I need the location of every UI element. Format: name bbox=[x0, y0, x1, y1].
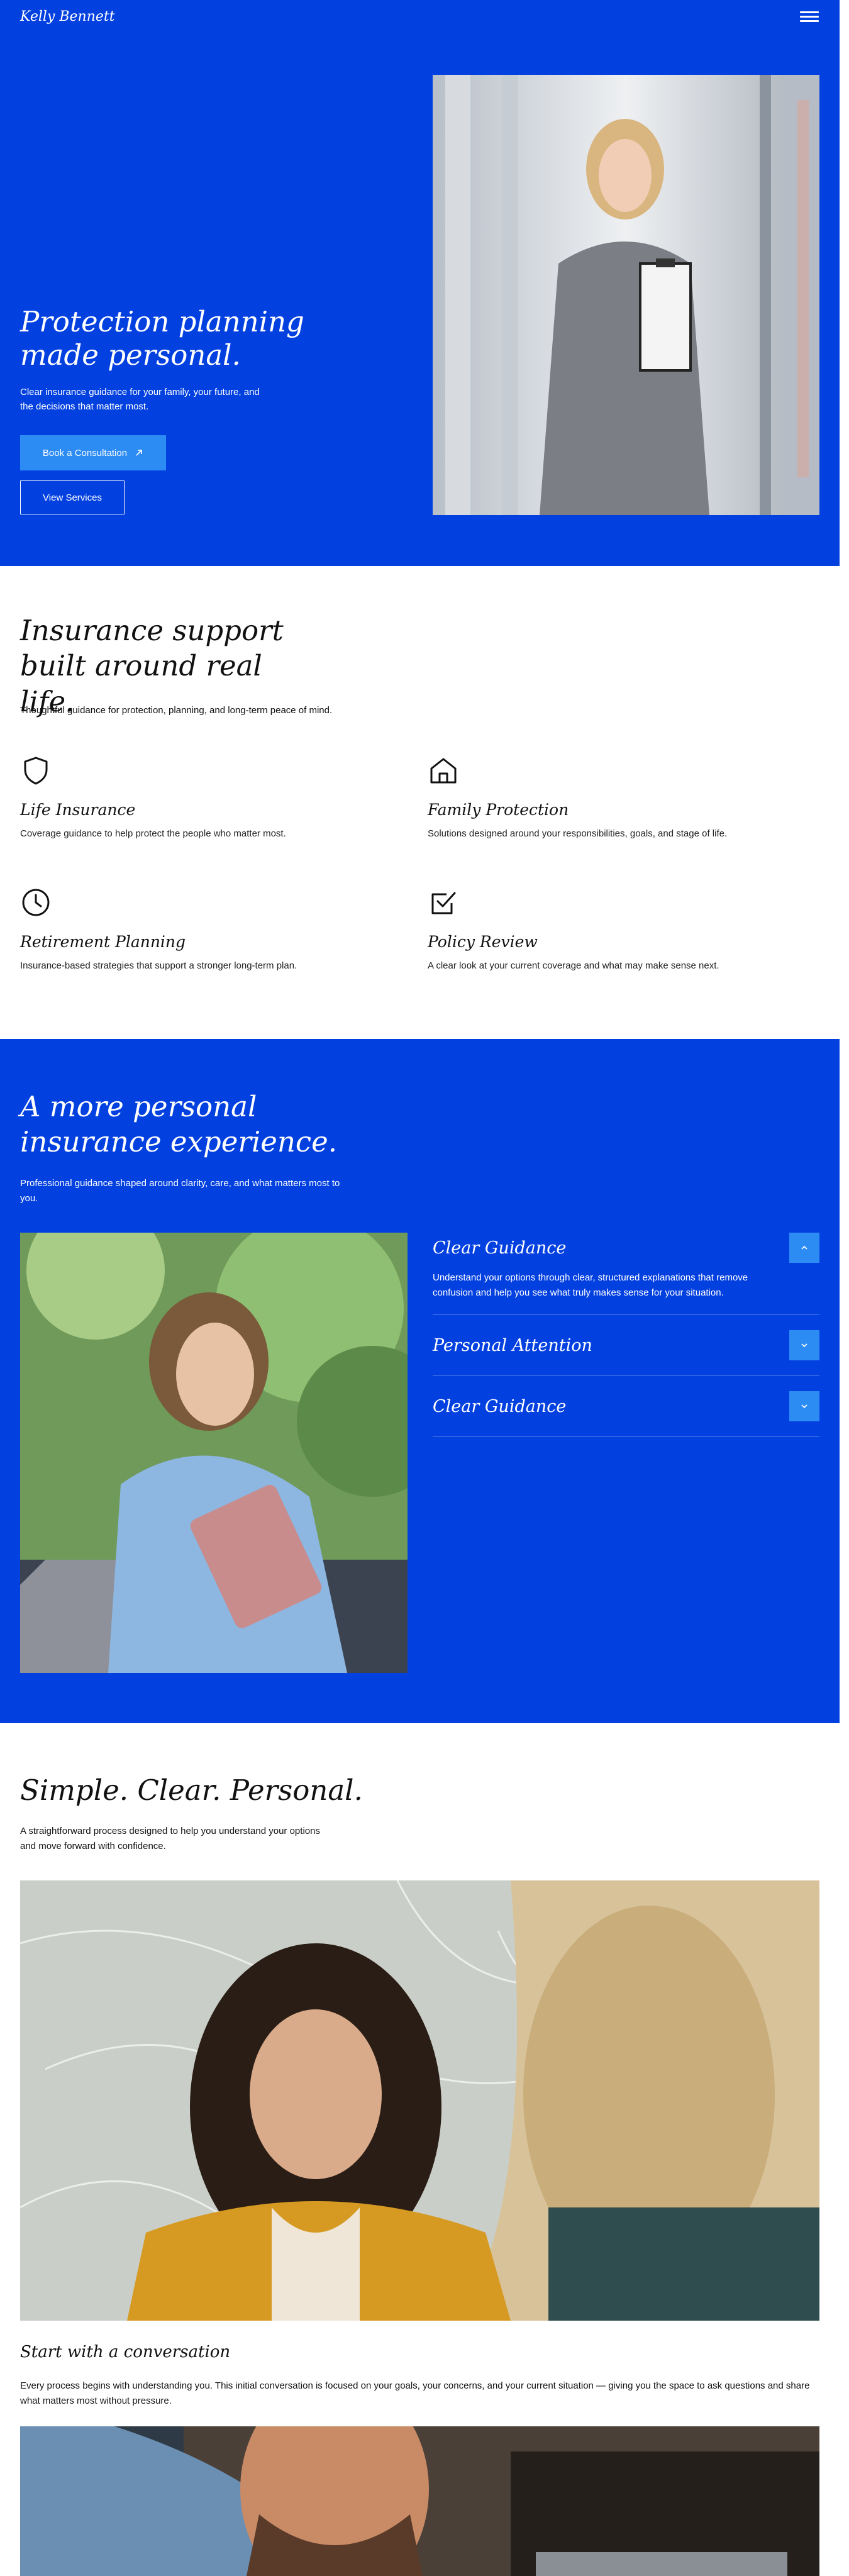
service-policy-review[interactable]: Policy Review A clear look at your curre… bbox=[428, 887, 755, 974]
experience-subtitle: Professional guidance shaped around clar… bbox=[20, 1178, 340, 1204]
service-description: Coverage guidance to help protect the pe… bbox=[20, 828, 286, 839]
chevron-up-icon[interactable] bbox=[789, 1233, 819, 1263]
accordion-item-clear-guidance-2: Clear Guidance bbox=[433, 1376, 819, 1437]
step-title: Start with a conversation bbox=[20, 2343, 231, 2362]
accordion-title: Clear Guidance bbox=[433, 1396, 567, 1416]
accordion-header[interactable]: Clear Guidance bbox=[433, 1391, 819, 1421]
service-description: A clear look at your current coverage an… bbox=[428, 960, 719, 971]
shield-icon bbox=[24, 757, 48, 785]
service-name: Life Insurance bbox=[20, 801, 136, 819]
brand-logo[interactable]: Kelly Bennett bbox=[20, 9, 115, 25]
experience-section: A more personal insurance experience. Pr… bbox=[0, 1039, 840, 1723]
service-name: Retirement Planning bbox=[20, 933, 186, 951]
service-description: Insurance-based strategies that support … bbox=[20, 960, 297, 971]
service-name: Family Protection bbox=[428, 801, 569, 819]
accordion-item-clear-guidance: Clear Guidance Understand your options t… bbox=[433, 1233, 819, 1315]
process-photo-2 bbox=[20, 2426, 819, 2576]
accordion-title: Clear Guidance bbox=[433, 1238, 567, 1258]
services-subtitle: Thoughtful guidance for protection, plan… bbox=[20, 705, 333, 716]
home-icon bbox=[430, 758, 457, 784]
experience-title: A more personal insurance experience. bbox=[20, 1090, 338, 1159]
chevron-down-icon[interactable] bbox=[789, 1330, 819, 1360]
accordion-body: Understand your options through clear, s… bbox=[433, 1272, 748, 1298]
process-photo bbox=[20, 1880, 819, 2321]
service-description: Solutions designed around your responsib… bbox=[428, 828, 728, 839]
hamburger-menu-icon[interactable] bbox=[800, 10, 819, 24]
service-life-insurance[interactable]: Life Insurance Coverage guidance to help… bbox=[20, 755, 347, 841]
service-family-protection[interactable]: Family Protection Solutions designed aro… bbox=[428, 755, 755, 841]
hero-section: Kelly Bennett Protection planning made p… bbox=[0, 0, 840, 566]
checkbox-icon bbox=[431, 892, 456, 914]
service-retirement-planning[interactable]: Retirement Planning Insurance-based stra… bbox=[20, 887, 347, 974]
service-name: Policy Review bbox=[428, 933, 538, 951]
hero-subtitle: Clear insurance guidance for your family… bbox=[20, 387, 260, 413]
accordion-item-personal-attention: Personal Attention bbox=[433, 1315, 819, 1376]
arrow-up-right-icon bbox=[136, 450, 142, 456]
features-accordion: Clear Guidance Understand your options t… bbox=[433, 1233, 819, 1437]
view-services-button[interactable]: View Services bbox=[20, 480, 125, 514]
process-subtitle: A straightforward process designed to he… bbox=[20, 1826, 320, 1852]
clock-icon bbox=[22, 889, 50, 916]
experience-photo bbox=[20, 1233, 408, 1673]
accordion-title: Personal Attention bbox=[433, 1335, 592, 1355]
process-title: Simple. Clear. Personal. bbox=[20, 1774, 363, 1807]
hero-title: Protection planning made personal. bbox=[20, 305, 304, 372]
book-consultation-button[interactable]: Book a Consultation bbox=[20, 435, 166, 470]
book-consultation-label: Book a Consultation bbox=[42, 447, 128, 458]
step-description: Every process begins with understanding … bbox=[20, 2380, 810, 2406]
hero-photo bbox=[433, 75, 819, 515]
accordion-header[interactable]: Personal Attention bbox=[433, 1330, 819, 1360]
chevron-down-icon[interactable] bbox=[789, 1391, 819, 1421]
accordion-header[interactable]: Clear Guidance bbox=[433, 1233, 819, 1263]
